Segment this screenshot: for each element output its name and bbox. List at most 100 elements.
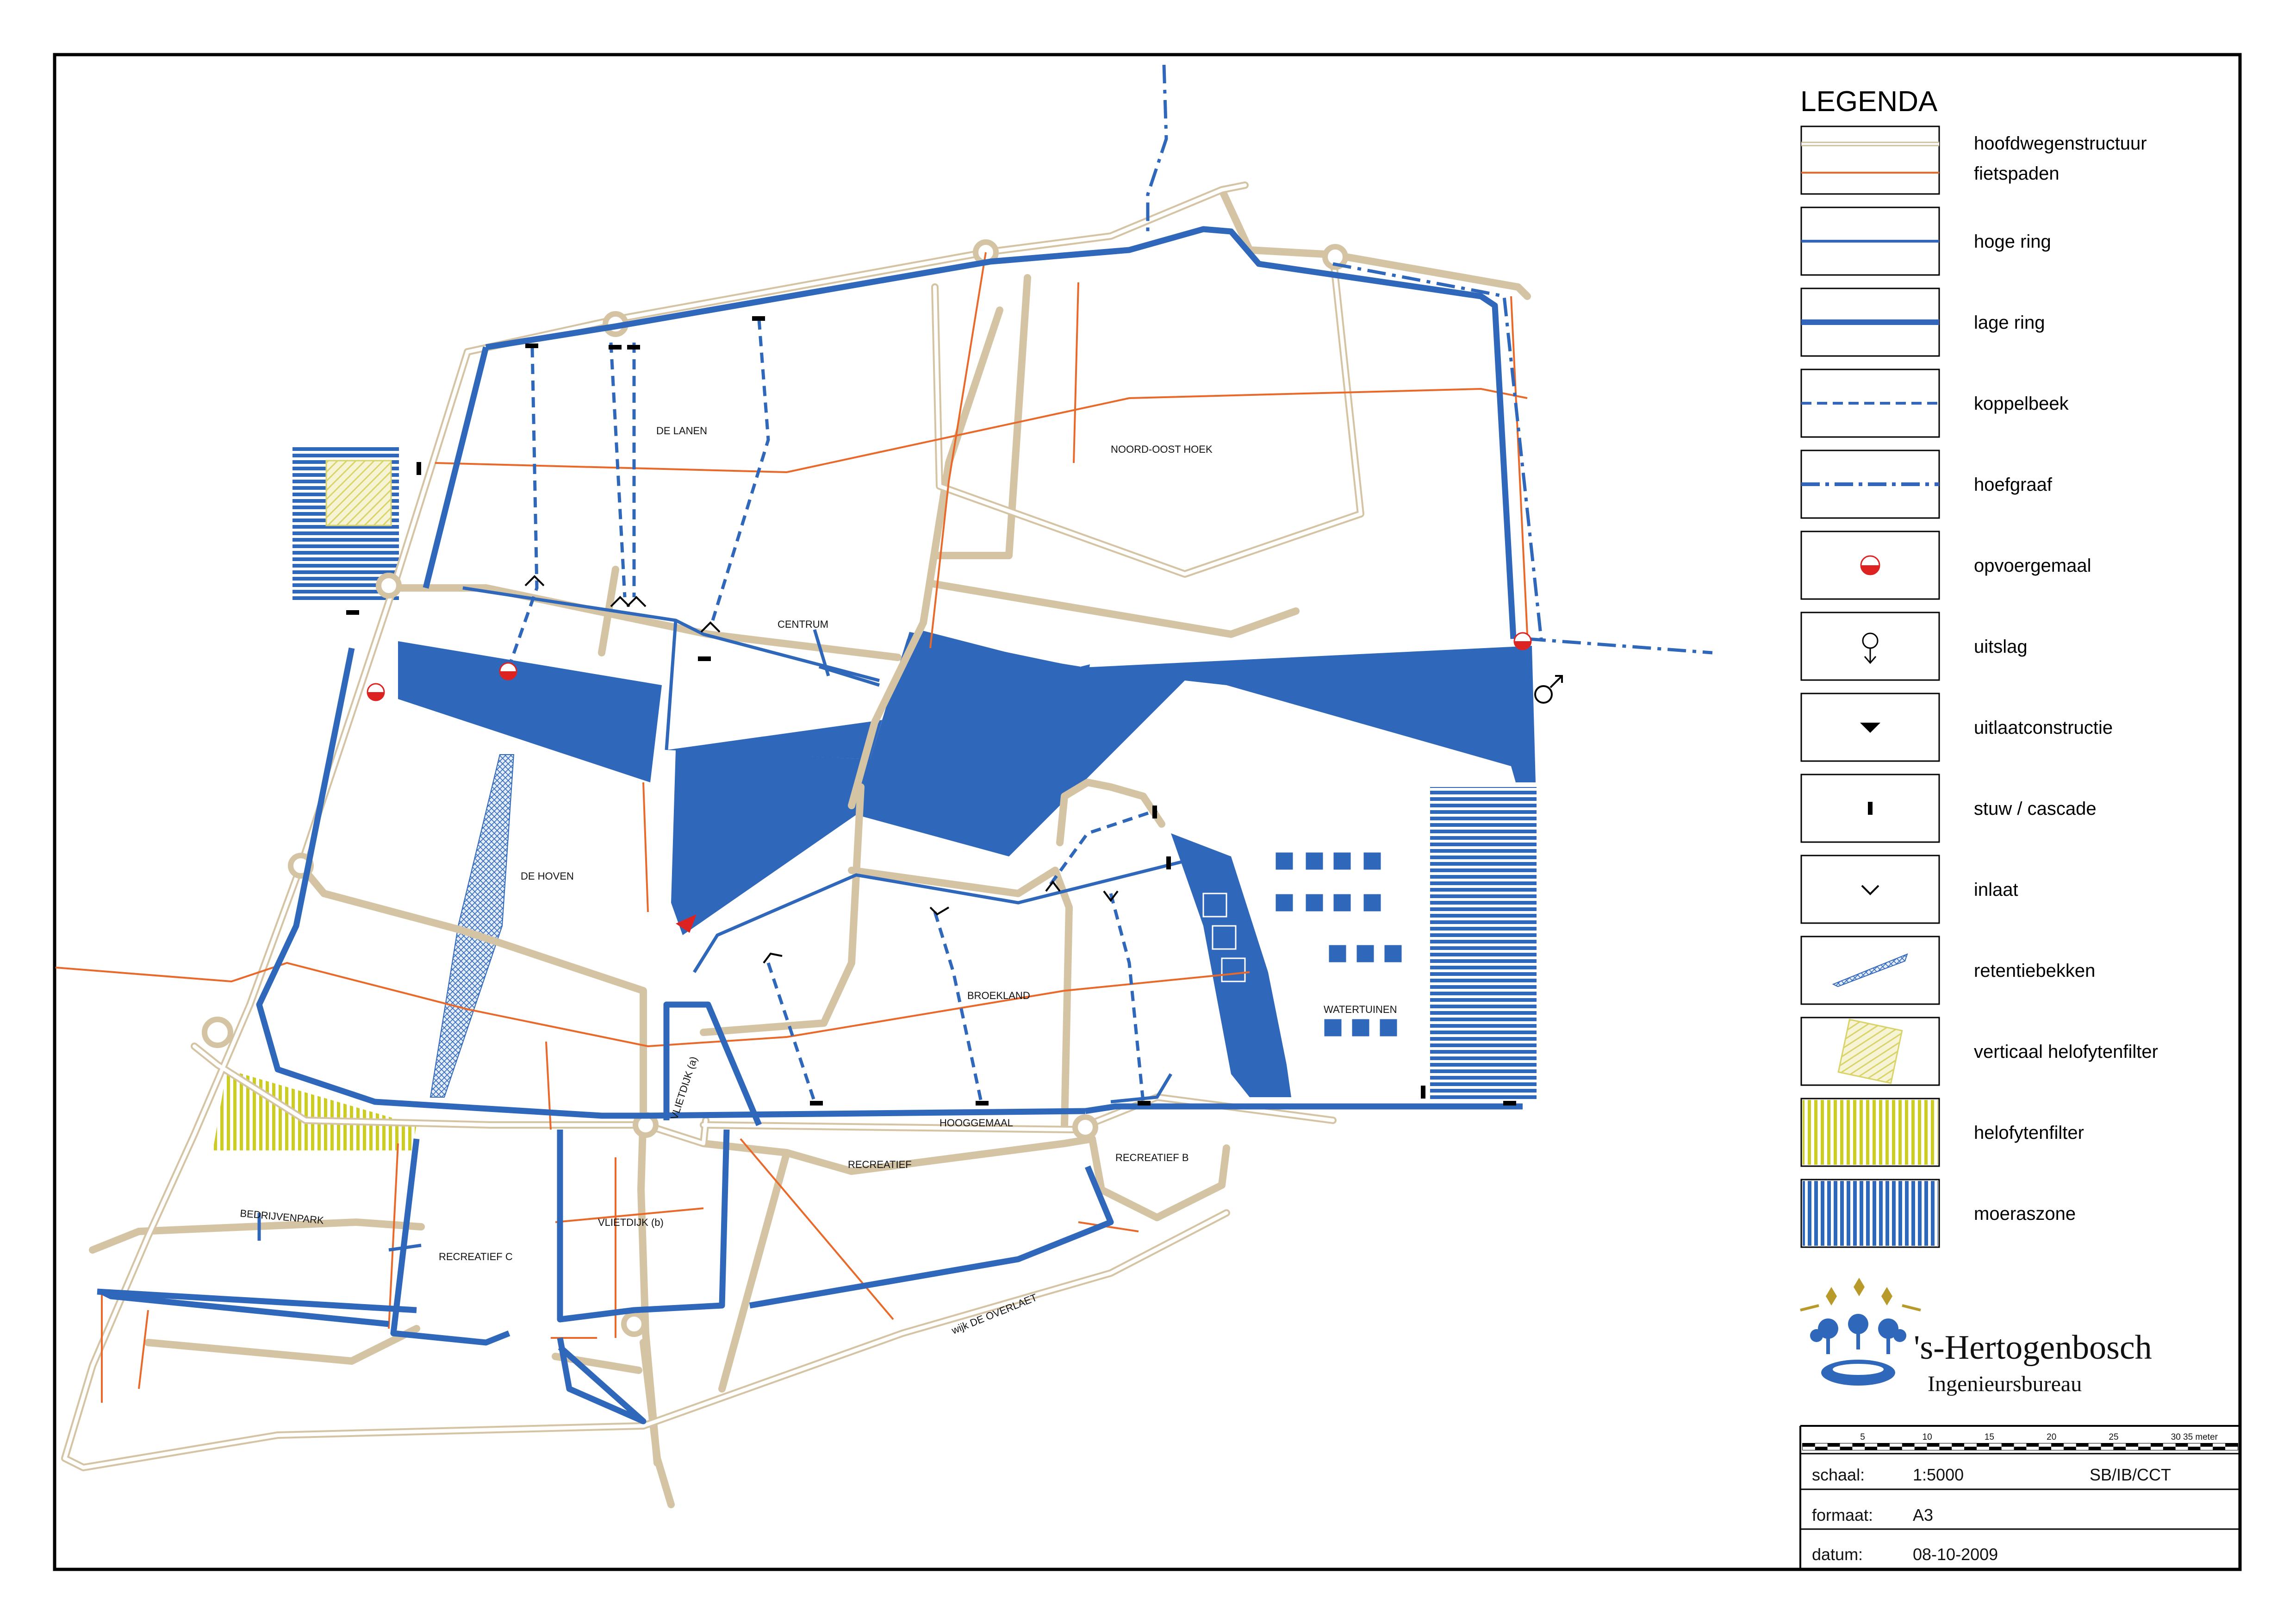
label-noord-oost-hoek: NOORD-OOST HOEK [1111, 443, 1213, 455]
scale-segment [1852, 1447, 1865, 1450]
scale-tick-label: 10 [1923, 1432, 1932, 1442]
label-centrum: CENTRUM [778, 618, 828, 630]
legend-label: uitlaatconstructie [1974, 718, 2113, 738]
scale-segment [1977, 1443, 1989, 1447]
legend-item-crosshatch: retentiebekken [1800, 936, 2095, 1005]
scale-segment [2225, 1447, 2238, 1450]
vertical-hatch-yellow-symbol [1803, 1100, 1938, 1165]
scale-segment [1964, 1447, 1977, 1450]
scale-segment [2064, 1443, 2076, 1447]
scale-segment [2039, 1447, 2052, 1450]
scale-tick-label: 5 [1860, 1432, 1865, 1442]
water-structure-map: DE LANEN NOORD-OOST HOEK CENTRUM DE HOVE… [53, 53, 2242, 1571]
scale-segment [1840, 1443, 1853, 1447]
legend-label: moeraszone [1974, 1204, 2076, 1224]
logo-name: 's-Hertogenbosch [1914, 1329, 2152, 1367]
scale-segment [2076, 1443, 2089, 1447]
scale-segment [2126, 1443, 2139, 1447]
scale-segment [1803, 1447, 1815, 1450]
scale-segment [1914, 1447, 1927, 1450]
vertical-hatch-blue-symbol [1803, 1181, 1938, 1246]
scale-segment [2014, 1443, 2027, 1447]
scale-segment [2175, 1447, 2188, 1450]
legend-label: verticaal helofytenfilter [1974, 1042, 2158, 1062]
legend-item-vertical-hatch-blue: moeraszone [1800, 1179, 2076, 1248]
legend-item-low-ring: lage ring [1800, 287, 2045, 357]
scale-segment [2051, 1447, 2064, 1450]
scale-segment [1815, 1443, 1828, 1447]
scale-tick-label: 20 [2047, 1432, 2056, 1442]
city-logo: 's-Hertogenbosch Ingenieursbureau [1800, 1278, 2152, 1396]
scale-segment [2225, 1443, 2238, 1447]
label-recreatief-c: RECREATIEF C [439, 1251, 513, 1262]
scale-segment [1977, 1447, 1989, 1450]
scale-segment [2076, 1447, 2089, 1450]
label-recreatief: RECREATIEF [848, 1159, 912, 1170]
diagonal-hatch-symbol [1837, 1018, 1903, 1084]
tree-icons [1810, 1314, 1906, 1354]
scale-segment [1852, 1443, 1865, 1447]
scale-segment [1803, 1443, 1815, 1447]
crown-icon [1800, 1278, 1921, 1312]
scale-segment [2151, 1447, 2163, 1450]
legend-item-diagonal-hatch: verticaal helofytenfilter [1800, 1017, 2158, 1086]
legend-label: koppelbeek [1974, 394, 2069, 414]
legend-item-vertical-hatch-yellow: helofytenfilter [1800, 1098, 2084, 1167]
label-vlietdijk-b: VLIETDIJK (b) [598, 1217, 664, 1228]
scale-tick-label: 15 [1985, 1432, 1994, 1442]
scale-segment [2200, 1447, 2213, 1450]
scale-segment [1815, 1447, 1828, 1450]
scale-segment [2188, 1447, 2201, 1450]
scale-tick-label: 30 [2171, 1432, 2181, 1442]
scale-segment [2113, 1447, 2126, 1450]
scale-segment [1927, 1447, 1940, 1450]
legend-label: fietspaden [1974, 163, 2060, 184]
scale-segment [2014, 1447, 2027, 1450]
scale-segment [2151, 1443, 2163, 1447]
logo-subtitle: Ingenieursbureau [1928, 1372, 2082, 1396]
pump-icon [1860, 555, 1880, 575]
verticaal-helofytenfilter-west [325, 460, 392, 526]
label-de-lanen: DE LANEN [656, 425, 707, 437]
scale-segment [2026, 1447, 2039, 1450]
legend-item-inlet-icon: inlaat [1800, 855, 2018, 924]
legend-label: hoefgraaf [1974, 475, 2053, 495]
scale-segment [1865, 1447, 1878, 1450]
scale-segment [2088, 1447, 2101, 1450]
hoefgraaf [1146, 64, 1713, 655]
uitslag-marker [1534, 675, 1563, 704]
scale-segment [1989, 1447, 2002, 1450]
scale-segment [2039, 1443, 2052, 1447]
scale-segment [1939, 1447, 1952, 1450]
scale-segment [1989, 1443, 2002, 1447]
scale-segment [1865, 1443, 1878, 1447]
scale-segment [1890, 1443, 1902, 1447]
legend-item-road: hoofdwegenstructuur fietspaden [1800, 125, 2147, 195]
scale-segment [2175, 1443, 2188, 1447]
legend-label: hoge ring [1974, 231, 2051, 252]
legend-item-outlet-icon: uitslag [1800, 612, 2028, 681]
legend-title: LEGENDA [1800, 86, 1938, 118]
label-hooggemaal: HOOGGEMAAL [940, 1117, 1013, 1129]
scale-segment [2163, 1443, 2176, 1447]
scale-segment [1840, 1447, 1853, 1450]
scale-segment [2026, 1443, 2039, 1447]
scale-segment [2001, 1447, 2014, 1450]
moeraszone-east [1430, 787, 1537, 1102]
legend-label: uitslag [1974, 637, 2028, 657]
datum-label: datum: [1812, 1545, 1863, 1564]
scale-segment [2113, 1443, 2126, 1447]
scale-segment [2200, 1443, 2213, 1447]
scale-segment [2088, 1443, 2101, 1447]
scale-segment [1952, 1447, 1965, 1450]
scale-segment [2126, 1447, 2139, 1450]
scale-segment [2213, 1447, 2226, 1450]
legend-label: opvoergemaal [1974, 556, 2091, 576]
label-watertuinen: WATERTUINEN [1324, 1004, 1397, 1015]
scale-segment [1902, 1443, 1915, 1447]
scale-segment [2138, 1443, 2151, 1447]
legend-item-weir-icon: stuw / cascade [1800, 774, 2097, 843]
scale-bar: 5 10 15 20 25 30 35 meter [1802, 1432, 2238, 1450]
scale-tick-label: 25 [2109, 1432, 2118, 1442]
weir-icon [1868, 802, 1873, 815]
